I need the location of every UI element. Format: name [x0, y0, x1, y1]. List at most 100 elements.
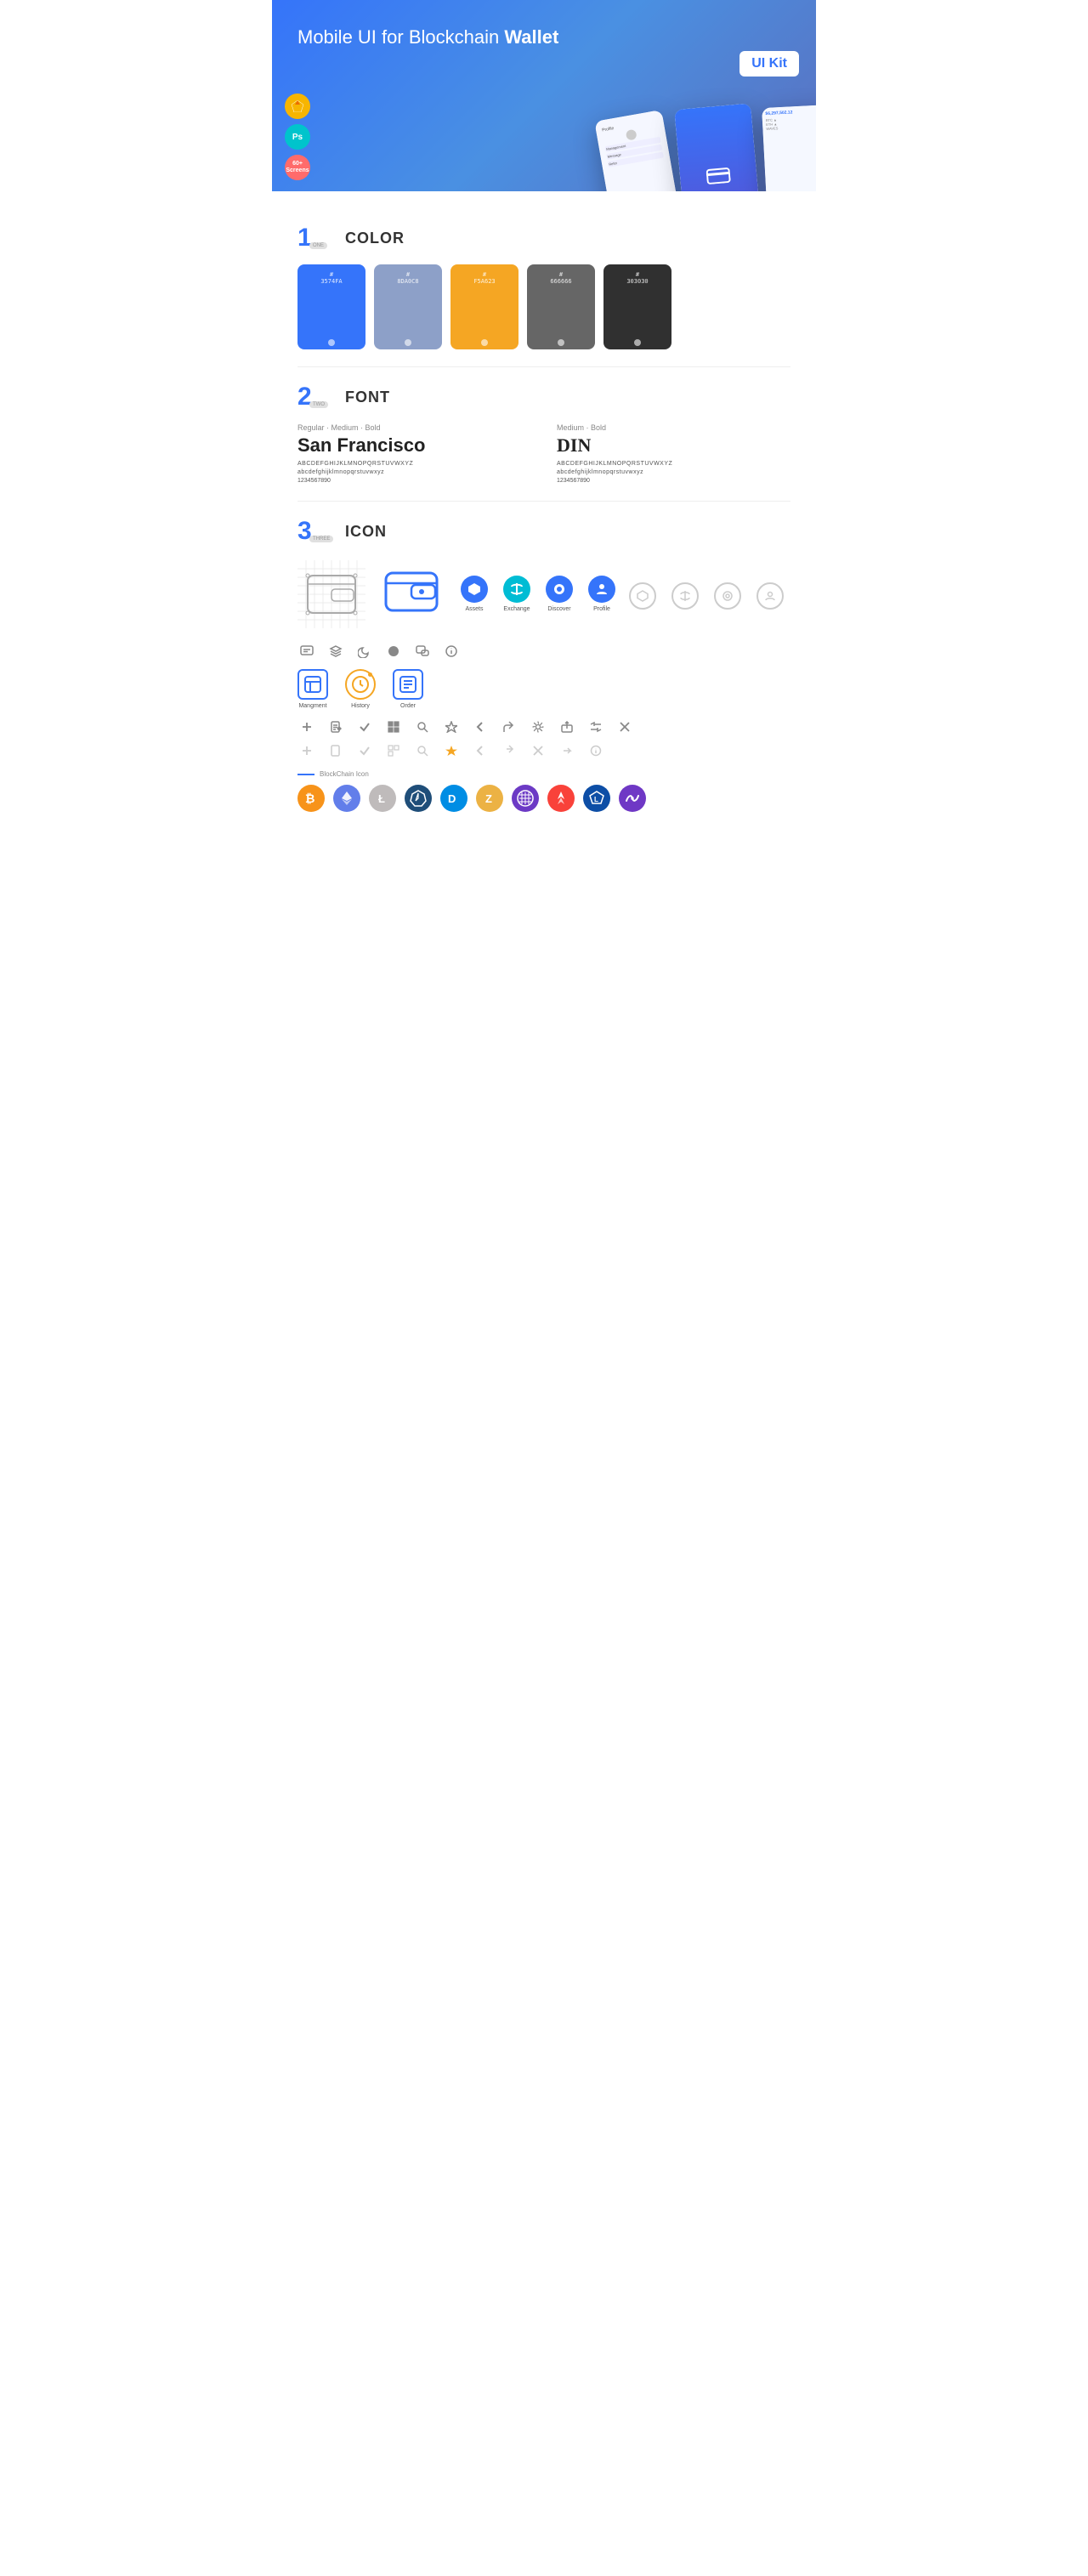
- mgmt-history-icon: History: [345, 669, 376, 709]
- sketch-badge: [285, 94, 310, 119]
- hero-title-regular: Mobile UI for Blockchain: [298, 26, 504, 48]
- nav-icon-exchange: Exchange: [503, 576, 530, 612]
- swatch-grayblue: #8DA0C8: [374, 264, 442, 349]
- mgmt-icons-row: Mangment History: [298, 669, 790, 709]
- profile-outline-icon: [756, 582, 784, 610]
- wallet-blue-icon: [379, 558, 447, 630]
- sf-numbers: 1234567890: [298, 478, 531, 484]
- zec-icon: Z: [476, 785, 503, 812]
- arrow-right-outline-icon: [558, 741, 576, 760]
- nav-icons: Assets Exchange: [461, 576, 615, 612]
- crypto-icons: ₿ Ł D: [298, 785, 790, 812]
- qr-icon: [384, 718, 403, 736]
- x-outline-icon: [529, 741, 547, 760]
- info-icon: [442, 642, 461, 661]
- font-sf: Regular · Medium · Bold San Francisco AB…: [298, 423, 531, 484]
- section-2-number: 2 TWO: [298, 384, 335, 410]
- mgmt-management-icon: Mangment: [298, 669, 328, 709]
- utility-icons-row-2: [298, 741, 790, 760]
- assets-outline-icon: [629, 582, 656, 610]
- discover-outline-icon: [714, 582, 741, 610]
- hero-badges: Ps 60+Screens: [285, 94, 310, 180]
- color-section-title: COLOR: [345, 230, 405, 247]
- font-section-header: 2 TWO FONT: [298, 384, 790, 410]
- section-3-number: 3 THREE: [298, 519, 335, 544]
- phone-screen-3: $6,297,502.12 BTC ▲ ETH ▲ WAVES: [762, 105, 816, 191]
- circle-icon: [384, 642, 403, 661]
- search-icon: [413, 718, 432, 736]
- gear-icon: [529, 718, 547, 736]
- hero-title-bold: Wallet: [504, 26, 558, 48]
- ltc-icon: Ł: [369, 785, 396, 812]
- misc-icons-row-1: [298, 642, 790, 661]
- plus-icon: [298, 718, 316, 736]
- phone-mockup-1: Profile Management Message Refer: [594, 110, 683, 191]
- sf-lowercase: abcdefghijklmnopqrstuvwxyz: [298, 469, 531, 475]
- star-filled-icon: [442, 741, 461, 760]
- sf-style-label: Regular · Medium · Bold: [298, 423, 531, 432]
- blockchain-line: [298, 774, 314, 775]
- hero-title: Mobile UI for Blockchain Wallet: [298, 26, 558, 50]
- din-font-name: DIN: [557, 434, 790, 457]
- speech-box-icon: [413, 642, 432, 661]
- swatch-orange: #F5A623: [450, 264, 518, 349]
- din-style-label: Medium · Bold: [557, 423, 790, 432]
- nav-icon-profile: Profile: [588, 576, 615, 612]
- ps-badge: Ps: [285, 124, 310, 150]
- upload-box-icon: [558, 718, 576, 736]
- chevron-left-icon: [471, 718, 490, 736]
- din-numbers: 1234567890: [557, 478, 790, 484]
- mgmt-order-icon: Order: [393, 669, 423, 709]
- din-uppercase: ABCDEFGHIJKLMNOPQRSTUVWXYZ: [557, 461, 790, 467]
- nav-icon-discover: Discover: [546, 576, 573, 612]
- blockchain-label: BlockChain Icon: [298, 770, 790, 778]
- section-1-number: 1 ONE: [298, 225, 335, 251]
- layers-icon: [326, 642, 345, 661]
- din-lowercase: abcdefghijklmnopqrstuvwxyz: [557, 469, 790, 475]
- screens-badge: 60+Screens: [285, 155, 310, 180]
- phone-mockup-2: [674, 103, 762, 191]
- swatch-darkgray: #303030: [604, 264, 672, 349]
- grid-icon: [512, 785, 539, 812]
- doc-outline-icon: [326, 741, 345, 760]
- utility-icons-row-1: [298, 718, 790, 736]
- svg-text:Ł: Ł: [378, 792, 385, 805]
- svg-text:Z: Z: [485, 792, 492, 805]
- icon-section-title: ICON: [345, 523, 387, 541]
- doc-edit-icon: [326, 718, 345, 736]
- wallet-icon-grid: Assets Exchange: [298, 558, 790, 630]
- lsk-icon: L: [583, 785, 610, 812]
- share-outline-icon: [500, 741, 518, 760]
- check-icon: [355, 718, 374, 736]
- close-icon: [615, 718, 634, 736]
- nav-icon-assets: Assets: [461, 576, 488, 612]
- font-section-title: FONT: [345, 389, 390, 406]
- star-icon: [442, 718, 461, 736]
- search-outline-icon: [413, 741, 432, 760]
- icon-section-header: 3 THREE ICON: [298, 519, 790, 544]
- phone-screen-2: [674, 103, 762, 191]
- ark-icon: [547, 785, 575, 812]
- font-section: Regular · Medium · Bold San Francisco AB…: [298, 423, 790, 484]
- sf-font-name: San Francisco: [298, 434, 531, 457]
- waves-icon: [405, 785, 432, 812]
- svg-text:D: D: [448, 792, 456, 805]
- color-section-header: 1 ONE COLOR: [298, 225, 790, 251]
- swatch-gray: #666666: [527, 264, 595, 349]
- wallet-construction-icon: [298, 560, 366, 628]
- phone-screen-1: Profile Management Message Refer: [594, 110, 683, 191]
- hero-section: Mobile UI for Blockchain Wallet UI Kit P…: [272, 0, 816, 191]
- font-din: Medium · Bold DIN ABCDEFGHIJKLMNOPQRSTUV…: [557, 423, 790, 484]
- sf-uppercase: ABCDEFGHIJKLMNOPQRSTUVWXYZ: [298, 461, 531, 467]
- exchange-outline-icon: [672, 582, 699, 610]
- svg-text:L: L: [594, 796, 598, 803]
- check-outline-icon: [355, 741, 374, 760]
- svg-text:₿: ₿: [305, 792, 314, 805]
- moon-icon: [355, 642, 374, 661]
- uikit-badge: UI Kit: [740, 51, 799, 77]
- phone-mockup-3: $6,297,502.12 BTC ▲ ETH ▲ WAVES: [762, 105, 816, 191]
- eth-icon: [333, 785, 360, 812]
- info-outline-icon: [586, 741, 605, 760]
- chat-icon: [298, 642, 316, 661]
- hero-phones: Profile Management Message Refer $6,297,…: [604, 106, 816, 191]
